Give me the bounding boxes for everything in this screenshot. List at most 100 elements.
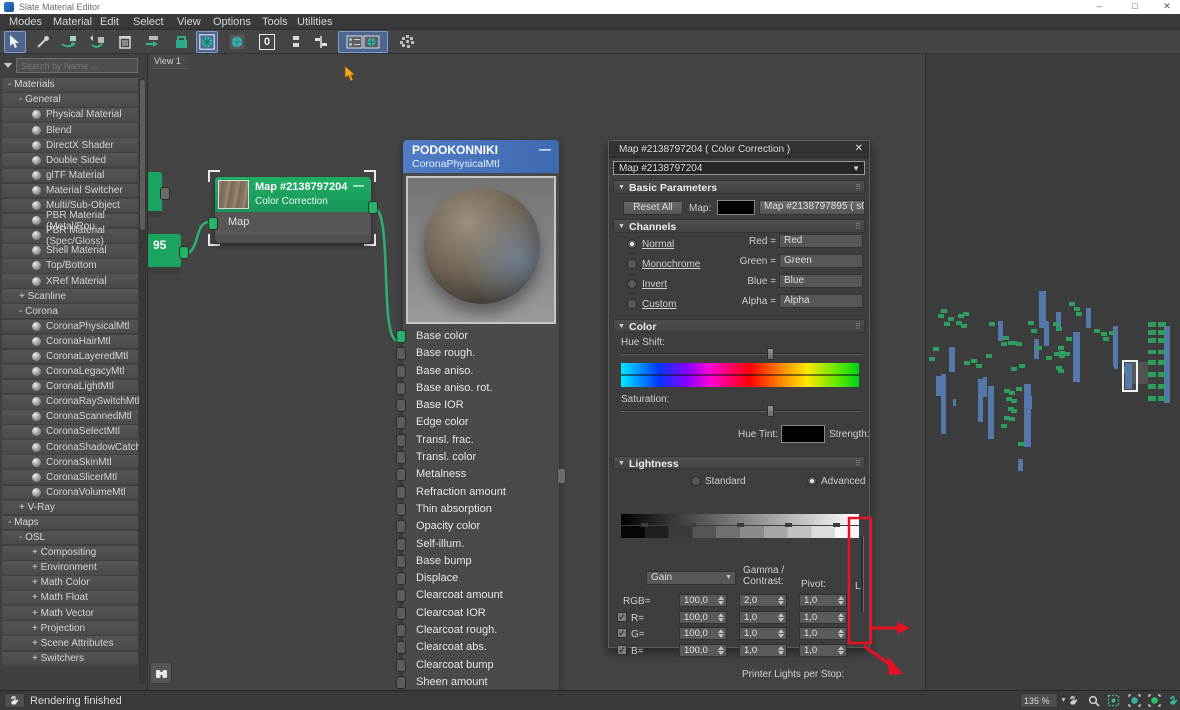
node-output-slot[interactable] [368, 201, 378, 214]
menu-tools[interactable]: Tools [262, 16, 288, 28]
slot-socket[interactable] [396, 468, 406, 481]
pick-material-icon[interactable] [32, 31, 54, 53]
reset-all-button[interactable]: Reset All [623, 201, 683, 215]
radio-custom[interactable] [627, 299, 637, 309]
radio-invert-label[interactable]: Invert [642, 279, 667, 290]
sidebar-scrollbar[interactable] [139, 78, 146, 684]
spinner-arrows-icon[interactable] [778, 596, 784, 605]
binoculars-button[interactable] [150, 662, 172, 684]
radio-standard[interactable] [691, 476, 701, 486]
slot-socket[interactable] [396, 330, 406, 343]
slot-socket[interactable] [396, 555, 406, 568]
slot-socket[interactable] [396, 365, 406, 378]
tree-item-coronaslicermtl[interactable]: CoronaSlicerMtl [2, 470, 138, 484]
tree-section-math-float[interactable]: + Math Float [2, 591, 138, 605]
color-correction-node[interactable]: Map #2138797204 Color Correction — Map [215, 177, 371, 243]
view-tab[interactable]: View 1 [152, 55, 189, 69]
node-header[interactable]: Map #2138797204 Color Correction — [215, 177, 371, 212]
value-spinner[interactable]: 1,0 [739, 627, 787, 640]
spinner-arrows-icon[interactable] [718, 646, 724, 655]
spinner-arrows-icon[interactable] [838, 646, 844, 655]
tree-item-directx-shader[interactable]: DirectX Shader [2, 138, 138, 152]
align-children-icon[interactable] [310, 31, 332, 53]
tree-item-coronalayeredmtl[interactable]: CoronaLayeredMtl [2, 350, 138, 364]
spinner-arrows-icon[interactable] [718, 596, 724, 605]
tree-item-top-bottom[interactable]: Top/Bottom [2, 259, 138, 273]
tree-item-coronalegacymtl[interactable]: CoronaLegacyMtl [2, 365, 138, 379]
menu-view[interactable]: View [177, 16, 201, 28]
slot-socket[interactable] [396, 607, 406, 620]
spinner-arrows-icon[interactable] [778, 629, 784, 638]
show-background-icon[interactable] [226, 31, 248, 53]
radio-normal-label[interactable]: Normal [642, 239, 674, 250]
spinner-arrows-icon[interactable] [718, 629, 724, 638]
spinner-arrows-icon[interactable] [718, 613, 724, 622]
tree-item-pbr-material-spec-gloss-[interactable]: PBR Material (Spec/Gloss) [2, 229, 138, 243]
radio-advanced-label[interactable]: Advanced [821, 476, 865, 487]
blue-mapping-combo[interactable]: Blue [779, 274, 863, 288]
menu-utilities[interactable]: Utilities [297, 16, 332, 28]
radio-normal[interactable] [627, 239, 637, 249]
hue-shift-handle[interactable] [767, 348, 774, 360]
radio-monochrome-label[interactable]: Monochrome [642, 259, 700, 270]
minimize-button[interactable]: – [1090, 0, 1108, 13]
slot-socket[interactable] [396, 399, 406, 412]
slot-socket[interactable] [396, 451, 406, 464]
select-tool-icon[interactable] [4, 31, 26, 53]
zoom-extents-selected-icon[interactable] [1145, 692, 1163, 709]
tree-section-math-color[interactable]: + Math Color [2, 576, 138, 590]
node-view-canvas[interactable]: View 1 95 Map #2138797204 Color Correcti… [148, 54, 925, 690]
menu-modes[interactable]: Modes [9, 16, 42, 28]
move-children-icon[interactable] [142, 31, 164, 53]
tree-item-coronaskinmtl[interactable]: CoronaSkinMtl [2, 455, 138, 469]
value-spinner[interactable]: 100,0 [679, 594, 727, 607]
material-node[interactable]: PODOKONNIKI CoronaPhysicalMtl — Base col… [403, 140, 559, 690]
rollout-color[interactable]: ▼ Color ⠿ [613, 319, 865, 333]
saturation-handle[interactable] [767, 405, 774, 417]
channel-checkbox[interactable]: ✓ [617, 628, 627, 638]
tree-item-coronaphysicalmtl[interactable]: CoronaPhysicalMtl [2, 320, 138, 334]
gain-combo[interactable]: Gain ▼ [646, 571, 736, 585]
map-input-slot[interactable] [208, 217, 218, 230]
tree-item-double-sided[interactable]: Double Sided [2, 153, 138, 167]
rollout-lightness[interactable]: ▼ Lightness ⠿ [613, 456, 865, 470]
hue-shift-slider[interactable] [621, 353, 863, 355]
value-spinner[interactable]: 1,0 [799, 627, 847, 640]
spinner-arrows-icon[interactable] [838, 629, 844, 638]
delete-icon[interactable] [114, 31, 136, 53]
tree-section-general[interactable]: - General [2, 93, 138, 107]
slot-socket[interactable] [396, 572, 406, 585]
tree-item-physical-material[interactable]: Physical Material [2, 108, 138, 122]
rollout-channels[interactable]: ▼ Channels ⠿ [613, 219, 865, 233]
channel-checkbox[interactable]: ✓ [617, 645, 627, 655]
map-selector-dropdown[interactable]: Map #2138797204 ▼ [613, 161, 865, 175]
scrollbar-thumb[interactable] [140, 80, 145, 230]
menu-select[interactable]: Select [133, 16, 164, 28]
pan-hand-icon[interactable] [1064, 692, 1082, 709]
value-spinner[interactable]: 100,0 [679, 611, 727, 624]
value-spinner[interactable]: 100,0 [679, 644, 727, 657]
pan-to-selected-icon[interactable] [1164, 692, 1180, 709]
spinner-arrows-icon[interactable] [838, 613, 844, 622]
tree-section-materials[interactable]: - Materials [2, 78, 138, 92]
slot-socket[interactable] [396, 659, 406, 672]
menu-edit[interactable]: Edit [100, 16, 119, 28]
lightness-column-groove[interactable] [861, 536, 864, 612]
slot-socket[interactable] [396, 503, 406, 516]
slot-socket[interactable] [396, 416, 406, 429]
node-scroll-handle[interactable] [557, 468, 566, 484]
tree-section-environment[interactable]: + Environment [2, 561, 138, 575]
tree-item-coronashadowcatchermtl[interactable]: CoronaShadowCatcherMtl [2, 440, 138, 454]
tree-item-xref-material[interactable]: XRef Material [2, 274, 138, 288]
tree-item-coronarayswitchmtl[interactable]: CoronaRaySwitchMtl [2, 395, 138, 409]
output-slot[interactable] [160, 187, 170, 200]
tree-item-gltf-material[interactable]: glTF Material [2, 169, 138, 183]
tree-item-coronalightmtl[interactable]: CoronaLightMtl [2, 380, 138, 394]
tree-item-blend[interactable]: Blend [2, 123, 138, 137]
slot-socket[interactable] [396, 434, 406, 447]
output-slot[interactable] [179, 246, 189, 259]
material-library-icon[interactable] [170, 31, 192, 53]
map-color-swatch[interactable] [717, 200, 755, 215]
tree-item-coronavolumemtl[interactable]: CoronaVolumeMtl [2, 486, 138, 500]
slot-socket[interactable] [396, 347, 406, 360]
